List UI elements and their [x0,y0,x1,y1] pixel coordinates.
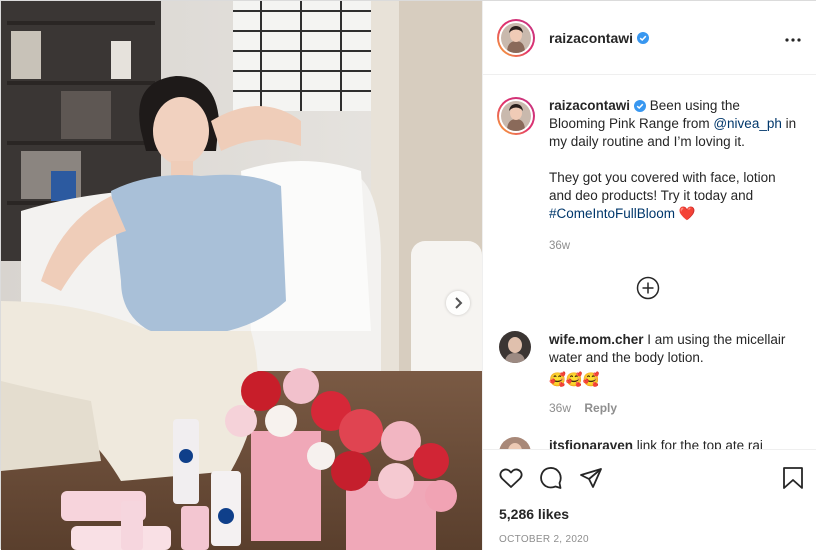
save-button[interactable] [782,466,804,493]
comment-meta: 36w Reply [549,399,789,417]
bookmark-icon [783,466,803,489]
comment-emojis: 🥰🥰🥰 [549,372,600,387]
mention-link[interactable]: @nivea_ph [713,116,782,131]
post-header: raizacontawi [483,1,816,75]
caption-author-avatar[interactable] [497,97,535,135]
post-photo[interactable] [1,1,482,550]
author-avatar[interactable] [497,18,535,57]
caption-line-3: They got you covered with face, lotion a… [549,170,776,203]
photo-illustration [1,1,482,550]
heart-icon [499,468,523,488]
avatar-image [501,101,531,131]
next-photo-button[interactable] [446,291,470,315]
avatar-image [499,331,531,363]
post-frame: raizacontawi raizacontawi Been using the… [0,0,816,550]
likes-count[interactable]: 5,286 likes [483,494,816,522]
author-username[interactable]: raizacontawi [549,30,633,46]
verified-badge-icon [637,31,650,44]
heart-emoji: ❤️ [678,206,696,221]
reply-button[interactable]: Reply [584,401,617,415]
verified-badge-icon [634,100,647,112]
share-button[interactable] [579,466,603,493]
caption-text: raizacontawi Been using the Blooming Pin… [549,97,799,255]
post-actions: 5,286 likes OCTOBER 2, 2020 [483,449,816,550]
comment-timestamp[interactable]: 36w [549,401,571,415]
post-caption: raizacontawi Been using the Blooming Pin… [497,97,807,255]
chevron-right-icon [455,297,463,309]
post-date[interactable]: OCTOBER 2, 2020 [483,522,816,545]
comment-icon [540,466,562,489]
plus-circle-icon [636,276,660,300]
send-icon [580,467,602,488]
post-side-panel: raizacontawi raizacontawi Been using the… [482,1,816,550]
commenter-avatar[interactable] [499,331,531,363]
like-button[interactable] [499,467,523,492]
comment-item: wife.mom.cher I am using the micellair w… [499,331,799,417]
more-options-button[interactable] [785,29,801,47]
hashtag-link[interactable]: #ComeIntoFullBloom [549,206,675,221]
caption-author[interactable]: raizacontawi [549,98,630,113]
caption-timestamp[interactable]: 36w [549,237,799,255]
load-more-comments-button[interactable] [636,276,660,300]
avatar-image [501,22,531,53]
comment-author[interactable]: wife.mom.cher [549,332,644,347]
more-horizontal-icon [785,37,801,42]
comment-button[interactable] [539,466,563,493]
